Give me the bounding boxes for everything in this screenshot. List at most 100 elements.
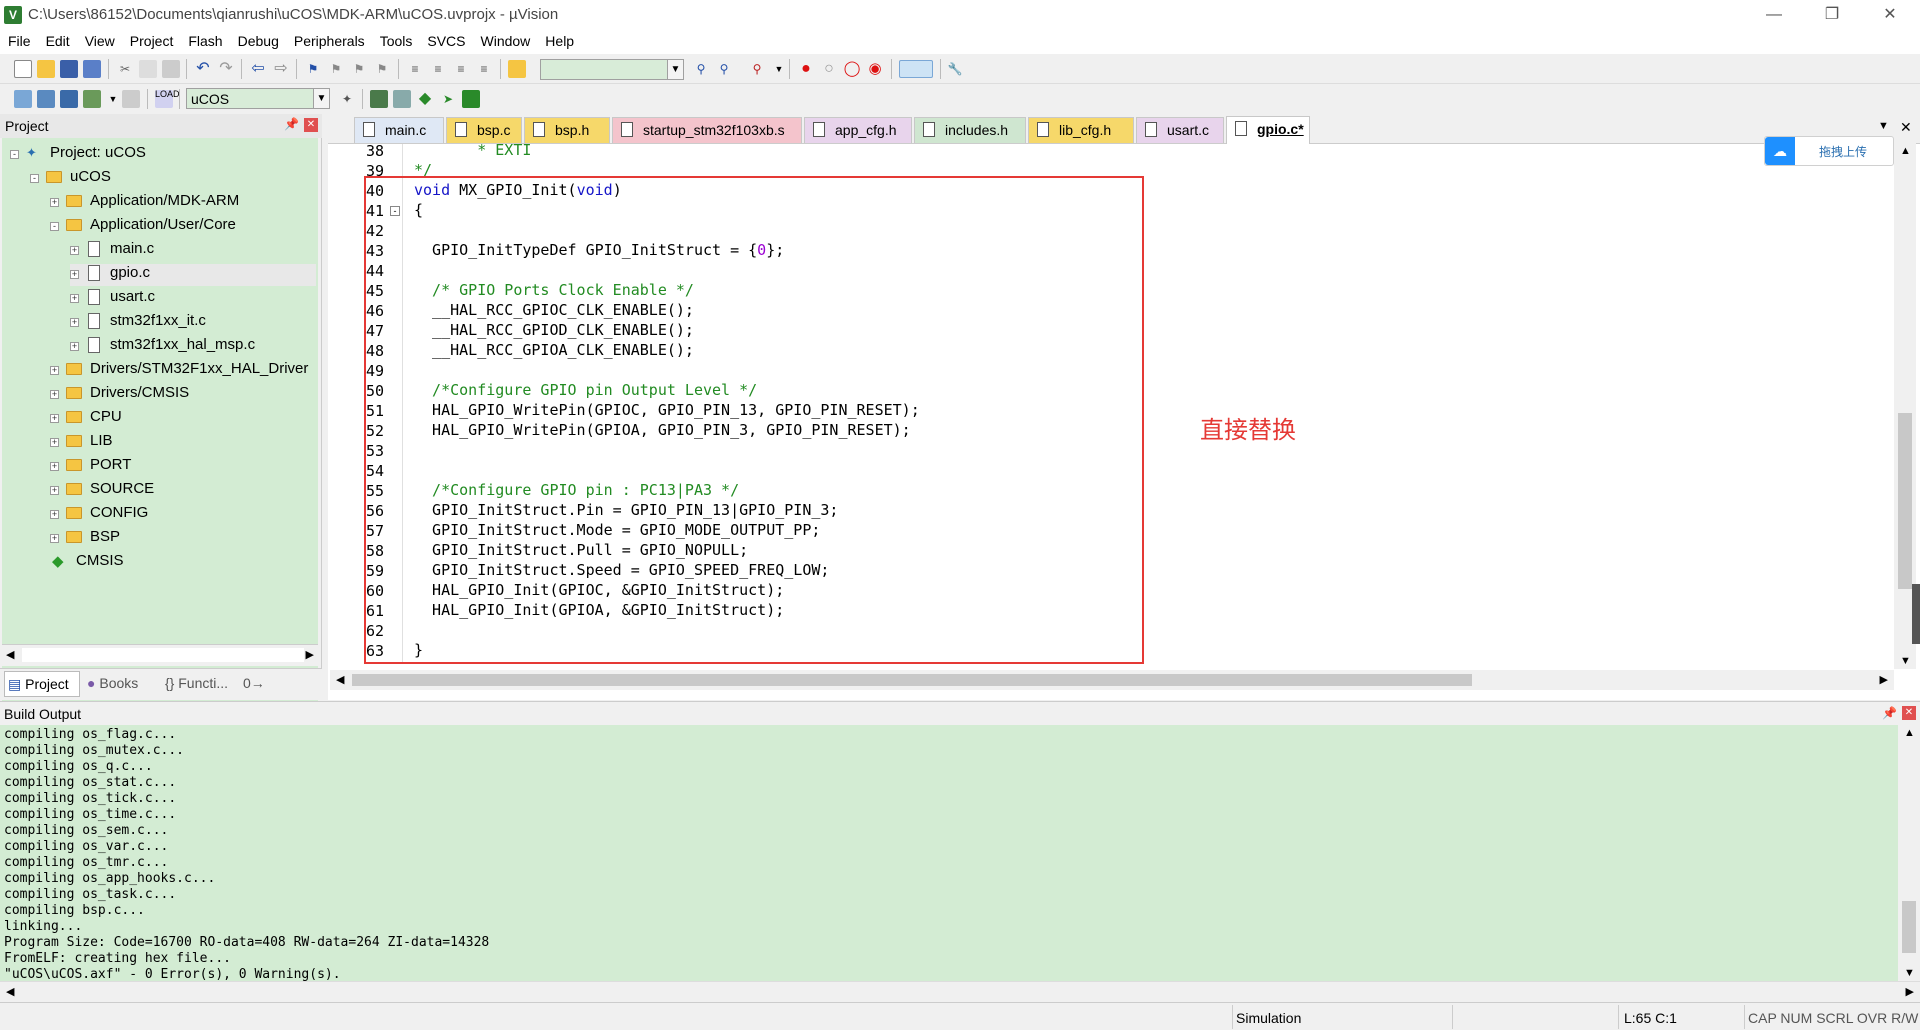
editor-tab[interactable]: startup_stm32f103xb.s <box>612 117 802 143</box>
chevron-down-icon[interactable]: ▼ <box>770 60 788 78</box>
close-panel-icon[interactable]: ✕ <box>304 118 318 132</box>
chevron-down-icon[interactable]: ▼ <box>667 60 683 79</box>
menu-flash[interactable]: Flash <box>180 30 229 54</box>
menu-svcs[interactable]: SVCS <box>419 30 472 54</box>
chevron-down-icon[interactable]: ▼ <box>104 90 122 108</box>
tab-functions[interactable]: {} Functi... <box>162 671 236 697</box>
expand-icon[interactable]: + <box>70 342 79 351</box>
disable-all-breakpoints-icon[interactable]: ◯ <box>843 60 861 78</box>
tree-item[interactable]: + SOURCE <box>50 480 316 502</box>
download-icon[interactable]: LOAD <box>155 90 180 108</box>
indent-icon[interactable]: ≡ <box>406 60 424 78</box>
expand-icon[interactable]: + <box>50 510 59 519</box>
scroll-right-icon[interactable]: ▶ <box>306 648 314 661</box>
editor-tab[interactable]: bsp.h <box>524 117 610 143</box>
disable-breakpoint-icon[interactable]: ○ <box>820 60 838 78</box>
uncomment-icon[interactable]: ≡ <box>475 60 493 78</box>
nav-back-icon[interactable]: ⇦ <box>249 60 267 78</box>
unindent-icon[interactable]: ≡ <box>429 60 447 78</box>
find-in-files-icon[interactable] <box>508 60 526 78</box>
nav-forward-icon[interactable]: ⇨ <box>272 60 290 78</box>
expand-icon[interactable]: + <box>70 294 79 303</box>
build-output-text[interactable]: compiling os_flag.c... compiling os_mutex… <box>0 725 1898 981</box>
menu-project[interactable]: Project <box>122 30 181 54</box>
menu-tools[interactable]: Tools <box>372 30 420 54</box>
manage-project-items-icon[interactable] <box>370 90 388 108</box>
scroll-left-icon[interactable]: ◀ <box>336 673 344 686</box>
pack-installer-icon[interactable] <box>462 90 480 108</box>
tree-item[interactable]: - Application/User/Core <box>50 216 316 238</box>
batch-build-icon[interactable] <box>83 90 101 108</box>
close-icon[interactable]: ✕ <box>1861 0 1919 30</box>
scroll-right-icon[interactable]: ▶ <box>1880 673 1888 686</box>
tree-item[interactable]: + Application/MDK-ARM <box>50 192 316 214</box>
expand-icon[interactable]: + <box>50 366 59 375</box>
tree-item[interactable]: - uCOS <box>30 168 316 190</box>
open-file-icon[interactable] <box>37 60 55 78</box>
scroll-up-icon[interactable]: ▲ <box>1900 145 1911 157</box>
window-layout-icon[interactable] <box>899 60 933 78</box>
rebuild-icon[interactable] <box>60 90 78 108</box>
project-tree-hscrollbar[interactable]: ◀ ▶ <box>2 644 318 666</box>
target-options-icon[interactable]: ✦ <box>338 90 356 108</box>
build-output-vscrollbar[interactable]: ▲ ▼ <box>1898 725 1920 981</box>
menu-debug[interactable]: Debug <box>230 30 286 54</box>
save-all-icon[interactable] <box>83 60 101 78</box>
close-tab-icon[interactable]: ✕ <box>1900 119 1912 136</box>
expand-icon[interactable]: + <box>50 462 59 471</box>
tree-item[interactable]: + CONFIG <box>50 504 316 526</box>
chevron-down-icon[interactable]: ▼ <box>313 89 329 108</box>
build-icon[interactable] <box>37 90 55 108</box>
tab-templates[interactable]: 0→ Templa... <box>240 671 318 715</box>
save-icon[interactable] <box>60 60 78 78</box>
expand-icon[interactable]: + <box>70 270 79 279</box>
editor-tab[interactable]: usart.c <box>1136 117 1224 143</box>
tree-item[interactable]: + gpio.c <box>70 264 316 286</box>
translate-icon[interactable] <box>14 90 32 108</box>
kill-all-breakpoints-icon[interactable]: ◉ <box>866 60 884 78</box>
drag-upload-widget[interactable]: ☁ 拖拽上传 <box>1764 136 1894 166</box>
menu-file[interactable]: File <box>0 30 38 54</box>
debug-session-icon[interactable]: ⚲ <box>748 60 766 78</box>
scroll-left-icon[interactable]: ◀ <box>6 985 14 998</box>
editor-tab[interactable]: app_cfg.h <box>804 117 912 143</box>
editor-tab[interactable]: bsp.c <box>446 117 522 143</box>
menu-edit[interactable]: Edit <box>38 30 77 54</box>
tree-item[interactable]: + main.c <box>70 240 316 262</box>
next-bookmark-icon[interactable]: ⚑ <box>350 60 368 78</box>
tab-books[interactable]: ● Books <box>84 671 158 697</box>
scroll-thumb[interactable] <box>352 674 1472 686</box>
comment-icon[interactable]: ≡ <box>452 60 470 78</box>
menu-view[interactable]: View <box>77 30 122 54</box>
scroll-left-icon[interactable]: ◀ <box>6 648 14 661</box>
tree-item[interactable]: ◆ CMSIS <box>50 552 316 574</box>
collapse-icon[interactable]: - <box>30 174 39 183</box>
tree-item[interactable]: + Drivers/CMSIS <box>50 384 316 406</box>
new-file-icon[interactable] <box>14 60 32 78</box>
scroll-down-icon[interactable]: ▼ <box>1904 967 1915 979</box>
expand-icon[interactable]: + <box>50 486 59 495</box>
pin-icon[interactable]: 📌 <box>1882 706 1897 720</box>
scroll-thumb[interactable] <box>1898 413 1912 589</box>
tree-item[interactable]: + LIB <box>50 432 316 454</box>
editor-tab[interactable]: lib_cfg.h <box>1028 117 1134 143</box>
scroll-thumb[interactable] <box>22 648 304 662</box>
find-icon[interactable]: ⚲ <box>692 60 710 78</box>
tree-item[interactable]: + stm32f1xx_hal_msp.c <box>70 336 316 358</box>
cut-icon[interactable]: ✂ <box>116 60 134 78</box>
editor-tab[interactable]: includes.h <box>914 117 1026 143</box>
close-panel-icon[interactable]: ✕ <box>1902 706 1916 720</box>
redo-icon[interactable]: ↷ <box>217 60 235 78</box>
tree-item[interactable]: + stm32f1xx_it.c <box>70 312 316 334</box>
menu-window[interactable]: Window <box>473 30 538 54</box>
tab-project[interactable]: ▤ Project <box>4 671 80 697</box>
select-packs-icon[interactable]: ➤ <box>439 90 457 108</box>
incremental-find-icon[interactable]: ⚲ <box>715 60 733 78</box>
editor-tab[interactable]: main.c <box>354 117 444 143</box>
editor-hscrollbar[interactable]: ◀ ▶ <box>330 670 1894 690</box>
expand-icon[interactable]: + <box>50 438 59 447</box>
target-select[interactable]: uCOS ▼ <box>186 88 330 109</box>
collapse-icon[interactable]: - <box>10 150 19 159</box>
pin-icon[interactable]: 📌 <box>284 117 299 131</box>
stop-build-icon[interactable] <box>122 90 140 108</box>
